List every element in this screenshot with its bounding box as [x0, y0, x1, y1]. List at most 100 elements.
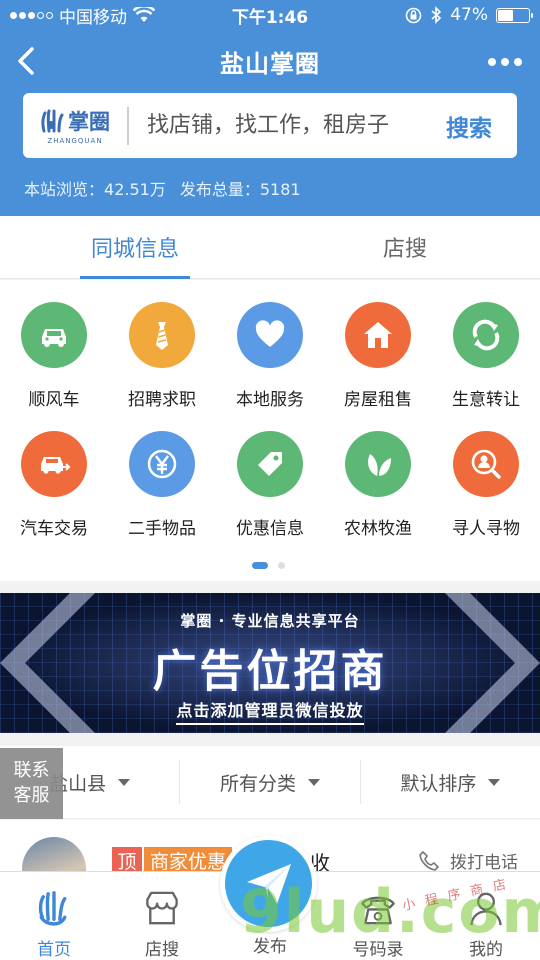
page-dot-active	[252, 562, 268, 569]
back-arrow-icon[interactable]	[12, 44, 42, 78]
search-button[interactable]: 搜索	[421, 109, 517, 143]
category-icon-bg	[345, 302, 411, 368]
category-housing[interactable]: 房屋租售	[324, 302, 432, 410]
user-icon	[470, 892, 502, 926]
nav-home[interactable]: 首页	[0, 872, 108, 960]
bluetooth-icon	[431, 6, 442, 24]
posts-count: 5181	[259, 180, 301, 199]
category-row-1: 顺风车 招聘求职 本地服务 房屋租售 生意转让	[0, 302, 540, 410]
app-root: 中国移动 下午1:46 47% 盐山掌圈 掌圈 ZHANGQUAN 找店铺，找工…	[0, 0, 540, 960]
filter-category[interactable]: 所有分类	[179, 760, 359, 804]
palm-logo-icon	[41, 109, 64, 133]
content-tabs: 同城信息 店搜	[0, 216, 540, 279]
nav-label: 我的	[469, 940, 503, 960]
site-stats: 本站浏览：42.51万 发布总量：5181	[24, 176, 301, 200]
nav-phone-book[interactable]: 号码录	[324, 872, 432, 960]
customer-service-button[interactable]: 联系 客服	[0, 748, 63, 819]
category-label: 房屋租售	[344, 390, 412, 410]
transfer-icon	[472, 319, 500, 351]
nav-bar: 盐山掌圈	[0, 30, 540, 92]
category-lost-found[interactable]: 寻人寻物	[432, 431, 540, 539]
battery-icon	[496, 7, 533, 23]
phone-icon	[419, 850, 440, 871]
battery-percent: 47%	[450, 5, 488, 25]
contact-line-2: 客服	[13, 785, 50, 806]
category-deals[interactable]: 优惠信息	[216, 431, 324, 539]
contact-line-1: 联系	[13, 760, 50, 781]
category-icon-bg	[237, 302, 303, 368]
car-icon	[42, 329, 66, 347]
views-stat: 本站浏览：42.51万	[24, 180, 166, 199]
ad-banner[interactable]: 掌圈 · 专业信息共享平台 广告位招商 点击添加管理员微信投放	[0, 593, 540, 733]
views-count: 42.51万	[104, 180, 166, 199]
call-button[interactable]: 拨打电话	[418, 848, 518, 873]
search-input[interactable]	[147, 113, 421, 138]
posts-stat: 发布总量：5181	[179, 180, 301, 199]
filter-label: 默认排序	[400, 772, 477, 795]
nav-label: 首页	[37, 940, 71, 960]
heart-icon	[255, 320, 285, 347]
category-label: 招聘求职	[128, 390, 196, 410]
tab-local-info[interactable]: 同城信息	[0, 216, 270, 279]
banner-cta: 点击添加管理员微信投放	[0, 697, 540, 725]
yuan-icon	[147, 449, 177, 479]
battery-level-fill	[498, 9, 514, 21]
filter-label: 所有分类	[219, 772, 296, 795]
category-icon-bg	[345, 431, 411, 497]
banner-subtitle: 掌圈 · 专业信息共享平台	[180, 612, 360, 630]
category-grid: 顺风车 招聘求职 本地服务 房屋租售 生意转让 汽车交易 二手物品 优惠信息 农…	[0, 280, 540, 581]
category-label: 本地服务	[236, 390, 304, 410]
leaf-icon	[368, 454, 391, 476]
category-icon-bg	[237, 431, 303, 497]
rotation-lock-icon	[405, 7, 422, 23]
category-icon-bg	[129, 431, 195, 497]
house-icon	[364, 322, 392, 348]
caret-down-icon	[488, 778, 501, 786]
category-local-service[interactable]: 本地服务	[216, 302, 324, 410]
nav-store-search[interactable]: 店搜	[108, 872, 216, 960]
page-indicator	[252, 562, 285, 569]
call-label: 拨打电话	[450, 853, 518, 873]
category-business-transfer[interactable]: 生意转让	[432, 302, 540, 410]
page-title: 盐山掌圈	[220, 49, 320, 78]
category-second-hand[interactable]: 二手物品	[108, 431, 216, 539]
price-tag-icon	[258, 452, 282, 476]
palm-icon	[38, 891, 67, 926]
wifi-icon	[133, 7, 155, 22]
category-icon-bg	[453, 302, 519, 368]
logo-subtext: ZHANGQUAN	[47, 137, 103, 145]
tab-store-search[interactable]: 店搜	[270, 216, 540, 278]
tie-icon	[156, 322, 168, 350]
category-label: 农林牧渔	[344, 519, 412, 539]
category-agriculture[interactable]: 农林牧渔	[324, 431, 432, 539]
header: 盐山掌圈 掌圈 ZHANGQUAN 搜索 本站浏览：42.51万 发布总量：51…	[0, 30, 540, 216]
category-jobs[interactable]: 招聘求职	[108, 302, 216, 410]
category-icon-bg	[129, 302, 195, 368]
category-car-trade[interactable]: 汽车交易	[0, 431, 108, 539]
carrier-label: 中国移动	[59, 7, 127, 28]
category-label: 寻人寻物	[452, 519, 520, 539]
search-bar: 掌圈 ZHANGQUAN 搜索	[23, 93, 517, 158]
paper-plane-icon	[246, 863, 291, 904]
more-options-icon[interactable]	[488, 58, 522, 66]
category-label: 汽车交易	[20, 519, 88, 539]
category-label: 顺风车	[28, 390, 80, 410]
caret-down-icon	[118, 778, 131, 786]
publish-button[interactable]	[220, 835, 317, 932]
filter-sort[interactable]: 默认排序	[359, 760, 540, 804]
nav-label: 发布	[253, 937, 287, 957]
search-divider	[127, 106, 129, 145]
nav-profile[interactable]: 我的	[432, 872, 540, 960]
category-icon-bg	[21, 431, 87, 497]
store-icon	[146, 891, 178, 925]
nav-label: 号码录	[352, 940, 404, 960]
signal-icon	[10, 11, 53, 19]
page-dot	[278, 562, 285, 569]
car-trade-icon	[41, 457, 71, 474]
brand-logo: 掌圈 ZHANGQUAN	[23, 93, 127, 158]
category-label: 二手物品	[128, 519, 196, 539]
category-icon-bg	[21, 302, 87, 368]
search-person-icon	[471, 449, 501, 479]
category-carpool[interactable]: 顺风车	[0, 302, 108, 410]
category-label: 优惠信息	[236, 519, 304, 539]
